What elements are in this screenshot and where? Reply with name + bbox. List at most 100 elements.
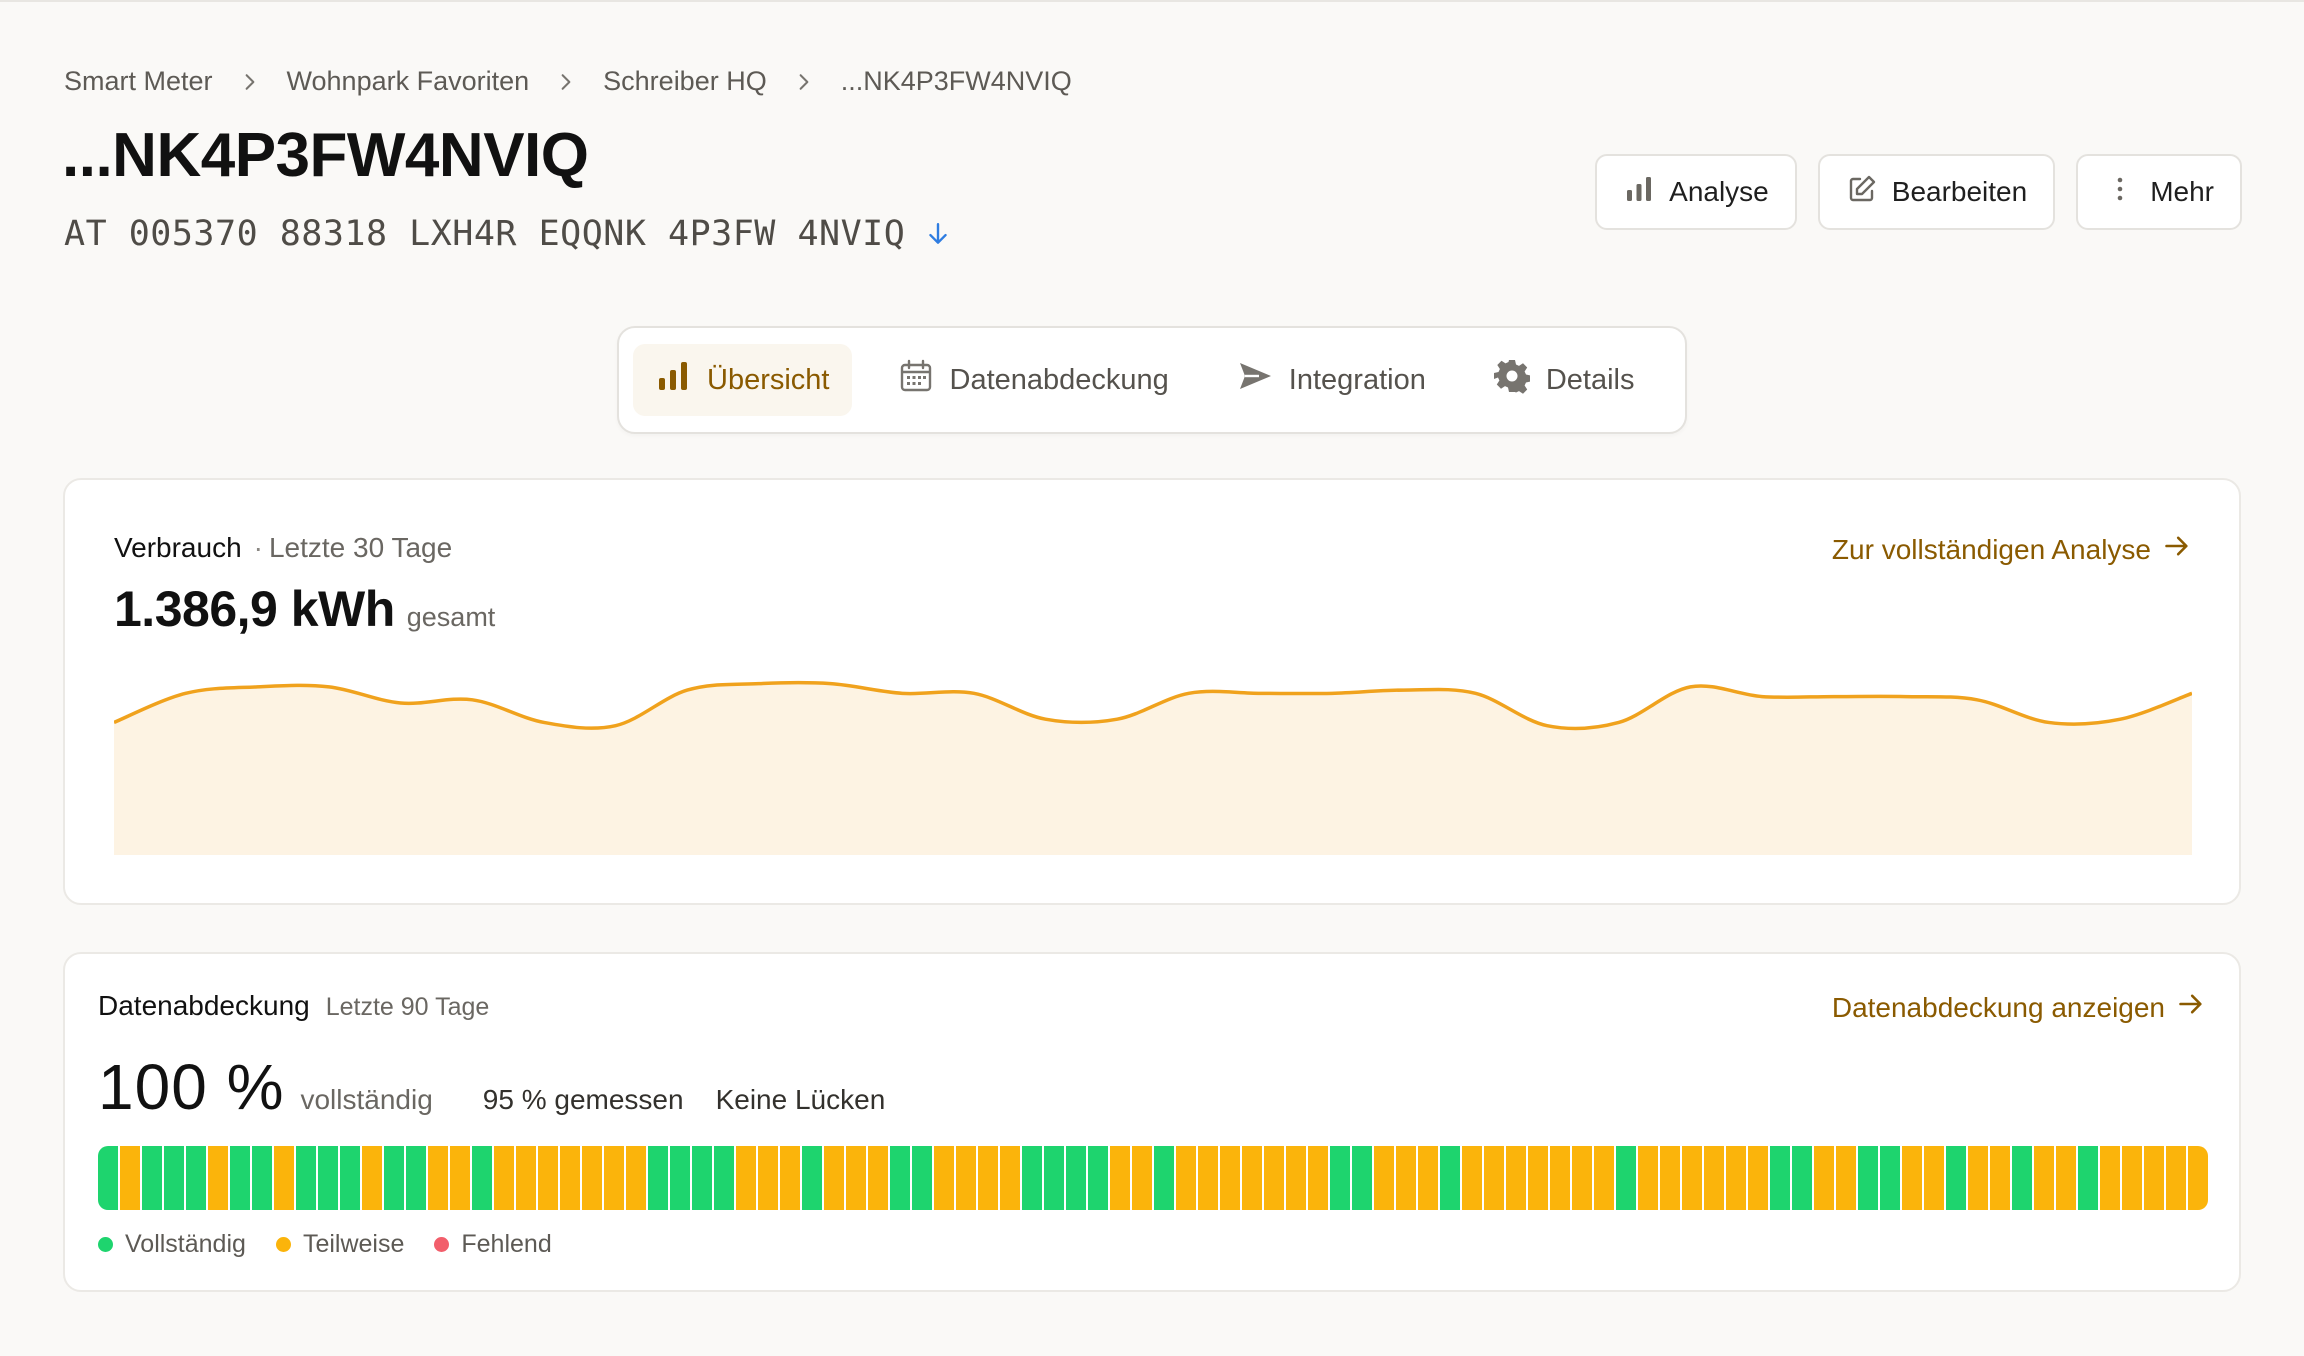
coverage-day-41[interactable] (978, 1146, 1000, 1210)
coverage-day-29[interactable] (714, 1146, 736, 1210)
coverage-day-38[interactable] (912, 1146, 934, 1210)
coverage-day-95[interactable] (2166, 1146, 2188, 1210)
coverage-day-49[interactable] (1154, 1146, 1176, 1210)
coverage-day-17[interactable] (450, 1146, 472, 1210)
coverage-day-72[interactable] (1660, 1146, 1682, 1210)
coverage-day-77[interactable] (1770, 1146, 1792, 1210)
breadcrumb-smart-meter[interactable]: Smart Meter (64, 66, 213, 97)
coverage-day-85[interactable] (1946, 1146, 1968, 1210)
coverage-day-42[interactable] (1000, 1146, 1022, 1210)
coverage-day-91[interactable] (2078, 1146, 2100, 1210)
coverage-day-34[interactable] (824, 1146, 846, 1210)
coverage-day-3[interactable] (142, 1146, 164, 1210)
coverage-day-79[interactable] (1814, 1146, 1836, 1210)
coverage-day-92[interactable] (2100, 1146, 2122, 1210)
coverage-day-25[interactable] (626, 1146, 648, 1210)
coverage-day-40[interactable] (956, 1146, 978, 1210)
coverage-day-82[interactable] (1880, 1146, 1902, 1210)
coverage-day-75[interactable] (1726, 1146, 1748, 1210)
coverage-day-68[interactable] (1572, 1146, 1594, 1210)
coverage-day-73[interactable] (1682, 1146, 1704, 1210)
coverage-day-78[interactable] (1792, 1146, 1814, 1210)
arrow-down-icon[interactable] (925, 221, 951, 247)
coverage-day-33[interactable] (802, 1146, 824, 1210)
more-button[interactable]: Mehr (2076, 154, 2242, 230)
coverage-day-48[interactable] (1132, 1146, 1154, 1210)
coverage-day-74[interactable] (1704, 1146, 1726, 1210)
coverage-day-89[interactable] (2034, 1146, 2056, 1210)
full-analysis-link[interactable]: Zur vollständigen Analyse (1832, 532, 2191, 567)
coverage-day-26[interactable] (648, 1146, 670, 1210)
coverage-day-32[interactable] (780, 1146, 802, 1210)
coverage-day-51[interactable] (1198, 1146, 1220, 1210)
tab-details[interactable]: Details (1472, 344, 1657, 416)
coverage-day-58[interactable] (1352, 1146, 1374, 1210)
coverage-day-52[interactable] (1220, 1146, 1242, 1210)
coverage-day-24[interactable] (604, 1146, 626, 1210)
coverage-day-2[interactable] (120, 1146, 142, 1210)
coverage-day-69[interactable] (1594, 1146, 1616, 1210)
coverage-day-43[interactable] (1022, 1146, 1044, 1210)
analyse-button[interactable]: Analyse (1595, 154, 1797, 230)
tab-coverage[interactable]: Datenabdeckung (876, 344, 1191, 416)
coverage-day-11[interactable] (318, 1146, 340, 1210)
coverage-day-55[interactable] (1286, 1146, 1308, 1210)
coverage-day-66[interactable] (1528, 1146, 1550, 1210)
coverage-day-19[interactable] (494, 1146, 516, 1210)
coverage-day-35[interactable] (846, 1146, 868, 1210)
coverage-day-53[interactable] (1242, 1146, 1264, 1210)
coverage-day-94[interactable] (2144, 1146, 2166, 1210)
coverage-day-60[interactable] (1396, 1146, 1418, 1210)
coverage-day-88[interactable] (2012, 1146, 2034, 1210)
coverage-day-59[interactable] (1374, 1146, 1396, 1210)
coverage-day-56[interactable] (1308, 1146, 1330, 1210)
coverage-day-80[interactable] (1836, 1146, 1858, 1210)
coverage-day-22[interactable] (560, 1146, 582, 1210)
coverage-day-71[interactable] (1638, 1146, 1660, 1210)
coverage-day-1[interactable] (98, 1146, 120, 1210)
coverage-day-13[interactable] (362, 1146, 384, 1210)
coverage-day-21[interactable] (538, 1146, 560, 1210)
coverage-day-31[interactable] (758, 1146, 780, 1210)
coverage-day-14[interactable] (384, 1146, 406, 1210)
coverage-day-15[interactable] (406, 1146, 428, 1210)
show-coverage-link[interactable]: Datenabdeckung anzeigen (1832, 990, 2205, 1025)
coverage-day-54[interactable] (1264, 1146, 1286, 1210)
coverage-day-57[interactable] (1330, 1146, 1352, 1210)
coverage-day-18[interactable] (472, 1146, 494, 1210)
coverage-day-86[interactable] (1968, 1146, 1990, 1210)
coverage-day-76[interactable] (1748, 1146, 1770, 1210)
coverage-day-61[interactable] (1418, 1146, 1440, 1210)
tab-integration[interactable]: Integration (1215, 344, 1448, 416)
coverage-day-36[interactable] (868, 1146, 890, 1210)
coverage-day-81[interactable] (1858, 1146, 1880, 1210)
breadcrumb-schreiber-hq[interactable]: Schreiber HQ (603, 66, 767, 97)
coverage-day-30[interactable] (736, 1146, 758, 1210)
coverage-day-93[interactable] (2122, 1146, 2144, 1210)
coverage-day-67[interactable] (1550, 1146, 1572, 1210)
coverage-day-96[interactable] (2188, 1146, 2208, 1210)
coverage-day-87[interactable] (1990, 1146, 2012, 1210)
coverage-day-8[interactable] (252, 1146, 274, 1210)
coverage-day-84[interactable] (1924, 1146, 1946, 1210)
coverage-day-28[interactable] (692, 1146, 714, 1210)
coverage-day-12[interactable] (340, 1146, 362, 1210)
coverage-day-4[interactable] (164, 1146, 186, 1210)
tab-overview[interactable]: Übersicht (633, 344, 852, 416)
breadcrumb-wohnpark[interactable]: Wohnpark Favoriten (287, 66, 530, 97)
coverage-day-47[interactable] (1110, 1146, 1132, 1210)
coverage-day-65[interactable] (1506, 1146, 1528, 1210)
coverage-day-16[interactable] (428, 1146, 450, 1210)
coverage-day-7[interactable] (230, 1146, 252, 1210)
coverage-day-70[interactable] (1616, 1146, 1638, 1210)
coverage-day-6[interactable] (208, 1146, 230, 1210)
coverage-day-63[interactable] (1462, 1146, 1484, 1210)
coverage-day-39[interactable] (934, 1146, 956, 1210)
edit-button[interactable]: Bearbeiten (1817, 154, 2056, 230)
coverage-day-83[interactable] (1902, 1146, 1924, 1210)
coverage-day-46[interactable] (1088, 1146, 1110, 1210)
coverage-day-64[interactable] (1484, 1146, 1506, 1210)
coverage-day-45[interactable] (1066, 1146, 1088, 1210)
coverage-day-90[interactable] (2056, 1146, 2078, 1210)
coverage-day-37[interactable] (890, 1146, 912, 1210)
